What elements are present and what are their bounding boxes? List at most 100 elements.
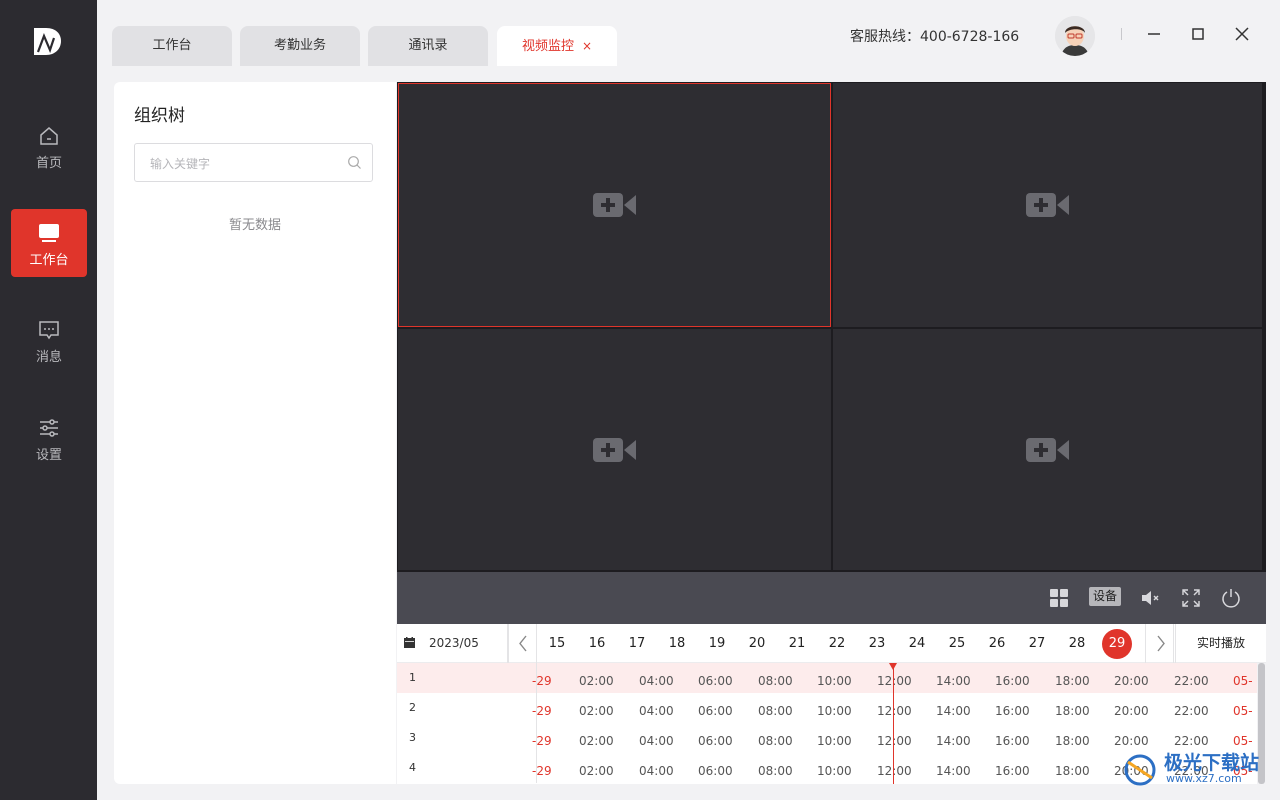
add-camera-icon[interactable]: [592, 436, 637, 464]
time-tick: 10:00: [817, 734, 852, 748]
minimize-icon[interactable]: [1144, 24, 1164, 44]
user-avatar-icon: [1055, 16, 1095, 56]
time-tick: 18:00: [1055, 674, 1090, 688]
add-camera-icon[interactable]: [1025, 191, 1070, 219]
time-tick: 16:00: [995, 704, 1030, 718]
day-20[interactable]: 20: [743, 636, 771, 651]
time-tick: 12:00: [877, 734, 912, 748]
playhead-line: [893, 663, 894, 784]
time-tick: 18:00: [1055, 734, 1090, 748]
track-row[interactable]: 1 -29 02:00 04:00 06:00 08:00 10:00 12:00 14:00 1…: [397, 663, 1257, 693]
day-17[interactable]: 17: [623, 636, 651, 651]
track-number: 3: [409, 731, 416, 744]
time-tick: 08:00: [758, 674, 793, 688]
day-25[interactable]: 25: [943, 636, 971, 651]
time-tick: 18:00: [1055, 704, 1090, 718]
time-tick: 08:00: [758, 704, 793, 718]
calendar-icon: [404, 637, 415, 648]
month-picker[interactable]: 2023/05: [397, 624, 508, 663]
tab-video-monitoring[interactable]: 视频监控 ×: [497, 26, 617, 66]
next-days-button[interactable]: [1145, 624, 1174, 663]
time-tick: 02:00: [579, 764, 614, 778]
day-18[interactable]: 18: [663, 636, 691, 651]
home-icon: [40, 127, 58, 145]
time-tick: 04:00: [639, 764, 674, 778]
time-tick: 04:00: [639, 674, 674, 688]
maximize-icon[interactable]: [1188, 24, 1208, 44]
time-tick: 18:00: [1055, 764, 1090, 778]
video-cell[interactable]: [833, 329, 1262, 570]
sidebar-item-workbench[interactable]: 工作台: [11, 209, 87, 277]
day-15[interactable]: 15: [543, 636, 571, 651]
time-tick: 02:00: [579, 674, 614, 688]
tab-label: 考勤业务: [273, 38, 326, 53]
day-26[interactable]: 26: [983, 636, 1011, 651]
fullscreen-icon[interactable]: [1180, 587, 1202, 609]
time-tick: 16:00: [995, 764, 1030, 778]
tab-contacts[interactable]: 通讯录: [368, 26, 488, 66]
day-27[interactable]: 27: [1023, 636, 1051, 651]
tab-attendance[interactable]: 考勤业务: [240, 26, 360, 66]
day-16[interactable]: 16: [583, 636, 611, 651]
sidebar-item-home[interactable]: 首页: [11, 112, 87, 180]
day-21[interactable]: 21: [783, 636, 811, 651]
time-tick: 20:00: [1114, 674, 1149, 688]
tab-label: 通讯录: [408, 38, 448, 53]
video-cell[interactable]: [398, 329, 831, 570]
add-camera-icon[interactable]: [592, 191, 637, 219]
day-19[interactable]: 19: [703, 636, 731, 651]
prev-days-button[interactable]: [508, 624, 537, 663]
day-22[interactable]: 22: [823, 636, 851, 651]
add-camera-icon[interactable]: [1025, 436, 1070, 464]
power-icon[interactable]: [1220, 587, 1242, 609]
time-tick: 16:00: [995, 734, 1030, 748]
day-29-selected[interactable]: 29: [1102, 629, 1132, 659]
mute-icon[interactable]: [1139, 587, 1161, 609]
close-window-icon[interactable]: [1232, 24, 1252, 44]
video-cell[interactable]: [833, 83, 1262, 327]
sidebar-item-label: 首页: [35, 156, 62, 171]
avatar[interactable]: [1055, 16, 1095, 56]
month-label: 2023/05: [429, 636, 479, 650]
chevron-left-icon: [519, 635, 527, 652]
watermark-url: www.xz7.com: [1166, 772, 1242, 785]
day-23[interactable]: 23: [863, 636, 891, 651]
time-tick: 02:00: [579, 704, 614, 718]
time-tick: 14:00: [936, 704, 971, 718]
time-tick: 06:00: [698, 734, 733, 748]
sidebar-item-settings[interactable]: 设置: [11, 404, 87, 472]
time-tick: 22:00: [1174, 674, 1209, 688]
time-tick: 05-: [1233, 734, 1253, 748]
search-input[interactable]: 输入关键字: [134, 143, 373, 182]
video-cell[interactable]: [398, 83, 831, 327]
sidebar: 首页 工作台 消息 设置: [0, 0, 97, 800]
time-tick: 04:00: [639, 734, 674, 748]
search-icon[interactable]: [347, 155, 362, 170]
tab-label: 视频监控: [521, 39, 574, 54]
tab-label: 工作台: [152, 38, 192, 53]
video-grid: [397, 82, 1266, 572]
sliders-icon: [40, 419, 58, 437]
live-playback-button[interactable]: 实时播放: [1175, 624, 1266, 663]
close-icon[interactable]: ×: [582, 39, 592, 53]
day-28[interactable]: 28: [1063, 636, 1091, 651]
time-tick: 12:00: [877, 704, 912, 718]
time-tick: 16:00: [995, 674, 1030, 688]
device-button[interactable]: 设备: [1089, 587, 1121, 606]
time-tick: 14:00: [936, 734, 971, 748]
time-tick: 05-: [1233, 674, 1253, 688]
day-24[interactable]: 24: [903, 636, 931, 651]
search-placeholder: 输入关键字: [150, 157, 211, 171]
time-tick: 20:00: [1114, 734, 1149, 748]
app-logo-icon: [34, 28, 61, 55]
watermark-text: 极光下载站: [1164, 752, 1260, 774]
track-row[interactable]: 2 -29 02:00 04:00 06:00 08:00 10:00 12:00 14:00 1…: [397, 693, 1257, 723]
time-tick: 10:00: [817, 704, 852, 718]
customer-hotline: 客服热线：400-6728-166: [850, 29, 1020, 45]
time-tick: 14:00: [936, 674, 971, 688]
divider: [1121, 28, 1122, 40]
grid-layout-icon[interactable]: [1048, 587, 1070, 609]
tab-workbench[interactable]: 工作台: [112, 26, 232, 66]
time-tick: 06:00: [698, 764, 733, 778]
sidebar-item-messages[interactable]: 消息: [11, 306, 87, 374]
